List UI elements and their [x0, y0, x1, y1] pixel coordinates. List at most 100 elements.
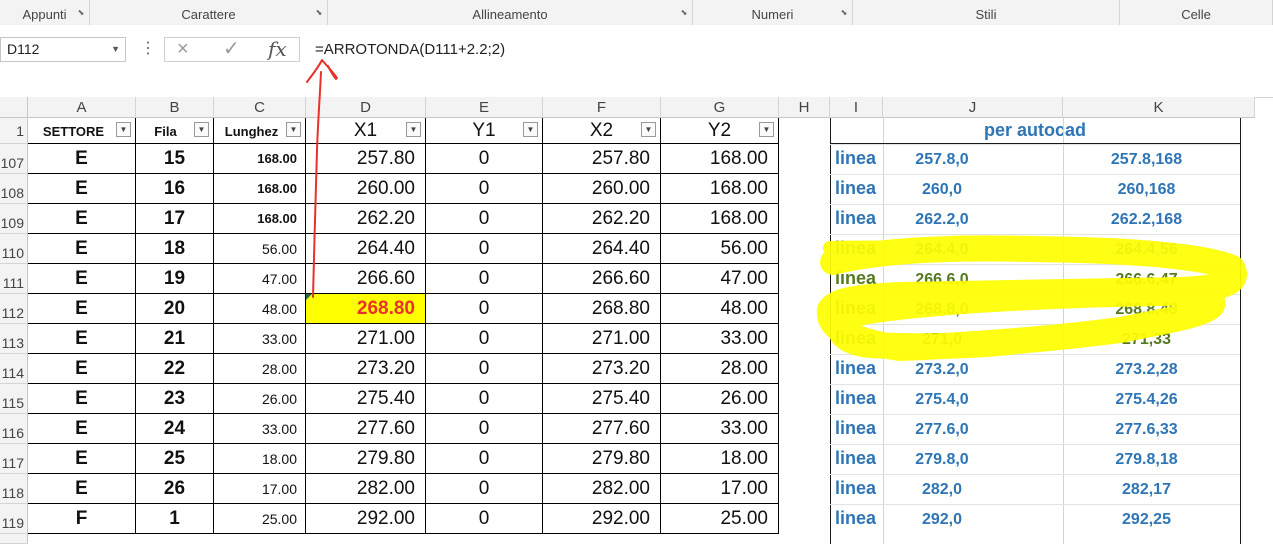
cell-a[interactable]: E [28, 444, 136, 474]
cell-d[interactable]: 273.20 [306, 354, 426, 384]
cell-j[interactable]: 268.8,0 [883, 294, 1063, 324]
row-header-113[interactable]: 113 [0, 324, 28, 354]
cell-g[interactable]: 33.00 [661, 324, 779, 354]
column-header-f[interactable]: F [543, 97, 661, 118]
cell-i-linea[interactable]: linea [830, 444, 883, 474]
insert-function-icon[interactable]: fx [268, 38, 287, 61]
column-header-k[interactable]: K [1063, 97, 1255, 118]
cancel-icon[interactable]: × [177, 38, 189, 61]
cell-d[interactable]: 262.20 [306, 204, 426, 234]
cell-h[interactable] [779, 144, 830, 174]
cell-f[interactable]: 279.80 [543, 444, 661, 474]
cell-i-linea[interactable]: linea [830, 264, 883, 294]
cell-a[interactable]: E [28, 234, 136, 264]
cell-f[interactable]: 264.40 [543, 234, 661, 264]
cell-d[interactable]: 292.00 [306, 504, 426, 534]
cell-a[interactable]: E [28, 144, 136, 174]
cell-j[interactable]: 262.2,0 [883, 204, 1063, 234]
cell-e[interactable]: 0 [426, 174, 543, 204]
cell-e[interactable]: 0 [426, 264, 543, 294]
cell-j[interactable]: 282,0 [883, 474, 1063, 504]
cell-h[interactable] [779, 264, 830, 294]
filter-dropdown-icon[interactable]: ▼ [286, 122, 301, 137]
cell-c[interactable]: 33.00 [214, 324, 306, 354]
cell-i-linea[interactable]: linea [830, 384, 883, 414]
filter-dropdown-icon[interactable]: ▼ [523, 122, 538, 137]
formula-input[interactable]: =ARROTONDA(D111+2.2;2) [303, 37, 1273, 91]
column-header-i[interactable]: I [830, 97, 883, 118]
cell-h[interactable] [779, 174, 830, 204]
cell-d[interactable]: 277.60 [306, 414, 426, 444]
cell-e[interactable]: 0 [426, 144, 543, 174]
cell-b[interactable]: 24 [136, 414, 214, 444]
header-cell-c[interactable]: Lunghez ▼ [214, 118, 306, 144]
cell-e[interactable]: 0 [426, 414, 543, 444]
cell-d[interactable]: 271.00 [306, 324, 426, 354]
cell-b[interactable]: 20 [136, 294, 214, 324]
cell-g[interactable]: 33.00 [661, 414, 779, 444]
cell-f[interactable]: 282.00 [543, 474, 661, 504]
row-header-107[interactable]: 107 [0, 144, 28, 174]
cell-j[interactable]: 277.6,0 [883, 414, 1063, 444]
cell-c[interactable]: 48.00 [214, 294, 306, 324]
cell-j[interactable]: 257.8,0 [883, 144, 1063, 174]
cell-g[interactable]: 26.00 [661, 384, 779, 414]
cell-e[interactable]: 0 [426, 354, 543, 384]
cell-c[interactable]: 56.00 [214, 234, 306, 264]
cell-d[interactable]: 282.00 [306, 474, 426, 504]
cell-i-linea[interactable]: linea [830, 294, 883, 324]
cell-k[interactable]: 266.6,47 [1063, 264, 1240, 294]
row-header-110[interactable]: 110 [0, 234, 28, 264]
cell-c[interactable]: 25.00 [214, 504, 306, 534]
cell-h[interactable] [779, 294, 830, 324]
header-cell-f[interactable]: X2 ▼ [543, 118, 661, 144]
cell-i-linea[interactable]: linea [830, 234, 883, 264]
enter-icon[interactable]: ✓ [223, 38, 240, 61]
cell-j[interactable]: 266.6,0 [883, 264, 1063, 294]
header-cell-d[interactable]: X1 ▼ [306, 118, 426, 144]
cell-b[interactable]: 25 [136, 444, 214, 474]
cell-g[interactable]: 168.00 [661, 174, 779, 204]
cell-c[interactable]: 28.00 [214, 354, 306, 384]
cell-h[interactable] [779, 234, 830, 264]
cell-e[interactable]: 0 [426, 234, 543, 264]
cell-e[interactable]: 0 [426, 444, 543, 474]
cell-f[interactable]: 266.60 [543, 264, 661, 294]
cell-g[interactable]: 25.00 [661, 504, 779, 534]
cell-i-linea[interactable]: linea [830, 174, 883, 204]
cell-a[interactable]: E [28, 354, 136, 384]
column-header-g[interactable]: G [661, 97, 779, 118]
cell-k[interactable]: 271,33 [1063, 324, 1240, 354]
name-box[interactable]: D112 ▼ [0, 37, 126, 62]
cell-k[interactable]: 279.8,18 [1063, 444, 1240, 474]
cell-e[interactable]: 0 [426, 294, 543, 324]
cell-i-linea[interactable]: linea [830, 474, 883, 504]
cell-k[interactable]: 292,25 [1063, 504, 1240, 534]
row-header-partial[interactable] [0, 534, 28, 544]
cell-a[interactable]: E [28, 174, 136, 204]
cell-i-linea[interactable]: linea [830, 504, 883, 534]
cell-a[interactable]: E [28, 204, 136, 234]
row-header-118[interactable]: 118 [0, 474, 28, 504]
cell-g[interactable]: 168.00 [661, 204, 779, 234]
cell-k[interactable]: 264.4,56 [1063, 234, 1240, 264]
cell-f[interactable]: 262.20 [543, 204, 661, 234]
cell-j[interactable]: 260,0 [883, 174, 1063, 204]
cell-a[interactable]: E [28, 264, 136, 294]
column-header-b[interactable]: B [136, 97, 214, 118]
cell-f[interactable]: 260.00 [543, 174, 661, 204]
cell-a[interactable]: F [28, 504, 136, 534]
cell-d[interactable]: 264.40 [306, 234, 426, 264]
cell-h[interactable] [779, 414, 830, 444]
row-header-112[interactable]: 112 [0, 294, 28, 324]
cell-k[interactable]: 275.4,26 [1063, 384, 1240, 414]
cell-g[interactable]: 48.00 [661, 294, 779, 324]
column-header-h[interactable]: H [779, 97, 830, 118]
cell-b[interactable]: 16 [136, 174, 214, 204]
cell-f[interactable]: 277.60 [543, 414, 661, 444]
cell-b[interactable]: 19 [136, 264, 214, 294]
filter-dropdown-icon[interactable]: ▼ [406, 122, 421, 137]
cell-k[interactable]: 273.2,28 [1063, 354, 1240, 384]
header-cell-a[interactable]: SETTORE ▼ [28, 118, 136, 144]
cell-b[interactable]: 21 [136, 324, 214, 354]
